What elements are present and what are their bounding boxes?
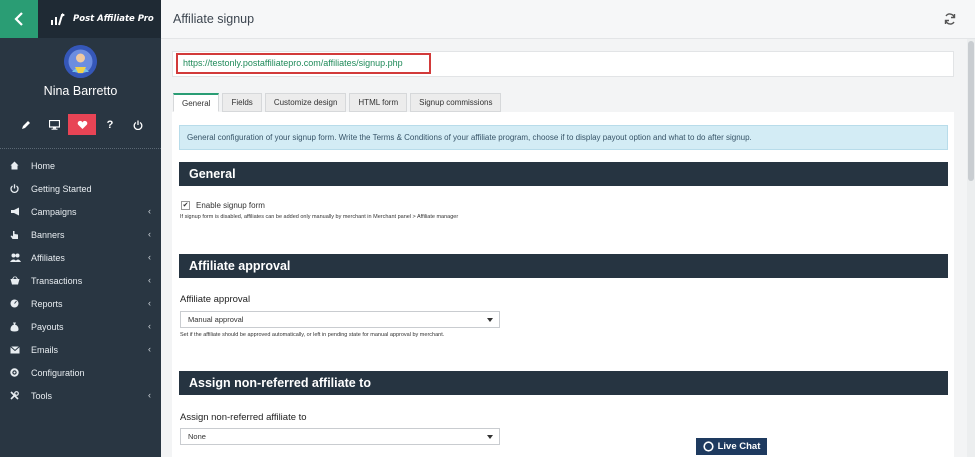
sidebar: Post Affiliate Pro Nina Barretto ? Home … [0, 0, 161, 457]
sidebar-item-campaigns[interactable]: Campaigns ‹ [0, 200, 161, 223]
brand-bar: Post Affiliate Pro [0, 0, 161, 38]
enable-signup-checkbox[interactable]: ✔ [181, 201, 190, 210]
sidebar-item-banners[interactable]: Banners ‹ [0, 223, 161, 246]
caret-down-icon [487, 435, 493, 439]
sidebar-item-affiliates[interactable]: Affiliates ‹ [0, 246, 161, 269]
affiliate-approval-label: Affiliate approval [180, 294, 251, 305]
main-area: Affiliate signup https://testonly.postaf… [161, 0, 975, 457]
caret-down-icon [487, 318, 493, 322]
sidebar-item-reports[interactable]: Reports ‹ [0, 292, 161, 315]
megaphone-icon [10, 207, 31, 216]
sidebar-item-label: Banners [31, 229, 65, 240]
tab-general[interactable]: General [173, 93, 220, 112]
brand-chart-icon [51, 13, 65, 26]
back-button[interactable] [0, 0, 38, 38]
home-icon [10, 161, 31, 170]
power-icon [10, 184, 31, 193]
sidebar-item-tools[interactable]: Tools ‹ [0, 384, 161, 407]
sidebar-item-getting-started[interactable]: Getting Started [0, 177, 161, 200]
info-box: General configuration of your signup for… [179, 125, 948, 150]
favorites-button[interactable] [68, 114, 96, 135]
gear-icon [10, 368, 31, 377]
chevron-left-icon: ‹ [148, 298, 151, 308]
basket-icon [10, 276, 31, 285]
live-chat-label: Live Chat [717, 441, 761, 452]
assign-affiliate-select[interactable]: None [180, 428, 500, 445]
sidebar-item-label: Tools [31, 390, 53, 401]
chevron-left-icon [14, 12, 23, 26]
sidebar-item-label: Home [31, 160, 56, 171]
tab-html-form[interactable]: HTML form [349, 93, 408, 112]
chevron-left-icon: ‹ [148, 229, 151, 239]
sidebar-item-transactions[interactable]: Transactions ‹ [0, 269, 161, 292]
sidebar-item-home[interactable]: Home [0, 154, 161, 177]
chevron-left-icon: ‹ [148, 321, 151, 331]
tab-bar: General Fields Customize design HTML for… [173, 93, 502, 112]
enable-signup-label: Enable signup form [196, 201, 265, 210]
users-icon [10, 253, 31, 262]
refresh-icon[interactable] [943, 12, 957, 26]
sidebar-item-label: Reports [31, 298, 63, 309]
gauge-icon [10, 299, 31, 308]
chevron-left-icon: ‹ [148, 344, 151, 354]
logout-button[interactable] [124, 114, 152, 135]
page-title: Affiliate signup [173, 12, 255, 26]
avatar-image [64, 45, 97, 78]
moneybag-icon [10, 322, 31, 332]
sidebar-item-label: Getting Started [31, 183, 92, 194]
sidebar-item-emails[interactable]: Emails ‹ [0, 338, 161, 361]
sidebar-item-label: Payouts [31, 321, 64, 332]
top-bar: Affiliate signup [161, 0, 975, 39]
sidebar-item-label: Configuration [31, 367, 85, 378]
chevron-left-icon: ‹ [148, 206, 151, 216]
chevron-left-icon: ‹ [148, 252, 151, 262]
chevron-left-icon: ‹ [148, 390, 151, 400]
edit-profile-button[interactable] [12, 114, 40, 135]
tab-signup-commissions[interactable]: Signup commissions [410, 93, 502, 112]
power-icon [133, 120, 143, 130]
affiliate-approval-help: Set if the affiliate should be approved … [180, 332, 445, 338]
sidebar-item-label: Transactions [31, 275, 83, 286]
chat-bubble-icon [703, 441, 714, 452]
brand-name: Post Affiliate Pro [73, 14, 154, 24]
signup-url-link[interactable]: https://testonly.postaffiliatepro.com/af… [176, 53, 431, 74]
section-header-assign: Assign non-referred affiliate to [179, 371, 948, 395]
tab-fields[interactable]: Fields [222, 93, 262, 112]
heart-icon [77, 120, 87, 129]
sidebar-item-label: Affiliates [31, 252, 65, 263]
sidebar-nav: Home Getting Started Campaigns ‹ Banners… [0, 154, 161, 407]
avatar[interactable] [64, 45, 97, 78]
tab-content: General configuration of your signup for… [172, 112, 954, 457]
section-header-affiliate-approval: Affiliate approval [179, 254, 948, 278]
help-button[interactable]: ? [96, 114, 124, 135]
wrench-icon [10, 391, 31, 400]
sidebar-item-payouts[interactable]: Payouts ‹ [0, 315, 161, 338]
assign-affiliate-value: None [188, 432, 206, 441]
signup-url-box: https://testonly.postaffiliatepro.com/af… [172, 51, 954, 77]
sidebar-item-configuration[interactable]: Configuration [0, 361, 161, 384]
user-toolbar: ? [12, 114, 152, 135]
tab-customize-design[interactable]: Customize design [264, 93, 347, 112]
hand-icon [10, 230, 31, 240]
monitor-icon [48, 119, 60, 130]
live-chat-button[interactable]: Live Chat [696, 438, 767, 455]
section-header-general: General [179, 162, 948, 186]
sidebar-item-label: Campaigns [31, 206, 77, 217]
assign-affiliate-label: Assign non-referred affiliate to [180, 412, 307, 423]
page-scrollbar[interactable] [967, 39, 975, 457]
sidebar-item-label: Emails [31, 344, 59, 355]
chevron-left-icon: ‹ [148, 275, 151, 285]
sidebar-divider [0, 148, 161, 149]
scrollbar-thumb[interactable] [968, 41, 974, 181]
envelope-icon [10, 345, 31, 354]
pencil-icon [22, 120, 30, 129]
enable-signup-help: If signup form is disabled, affiliates c… [180, 214, 459, 220]
screen-button[interactable] [40, 114, 68, 135]
affiliate-approval-select[interactable]: Manual approval [180, 311, 500, 328]
affiliate-approval-value: Manual approval [188, 315, 244, 324]
user-name[interactable]: Nina Barretto [0, 84, 161, 98]
brand-logo: Post Affiliate Pro [50, 0, 154, 38]
